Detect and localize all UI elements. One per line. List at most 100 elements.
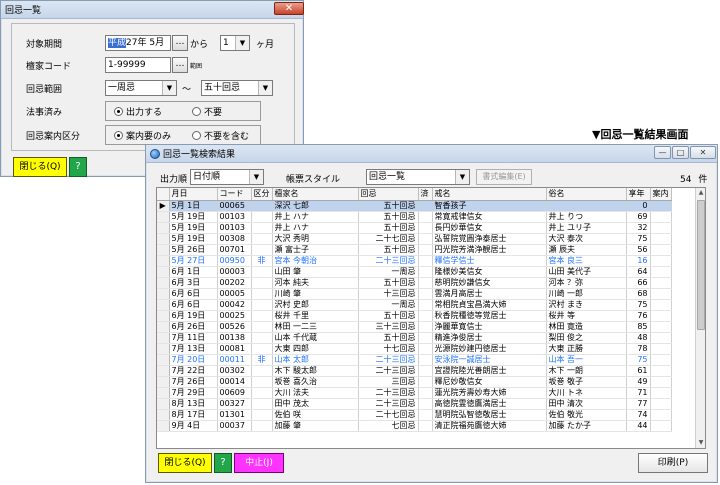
table-row[interactable]: 5月 27日 00950 非宮本 今朝治 二十三回忌 釋信学信士 宮本 良三 16 [157, 255, 672, 267]
table-row[interactable]: 6月 6日 00042 沢村 史郎 一周忌 常相院貞宝昌満大姉 沢村 まき 75 [157, 299, 672, 311]
scroll-up-icon[interactable]: ▲ [696, 188, 705, 198]
close-icon[interactable]: ✕ [274, 2, 304, 15]
done-radio-none[interactable]: 不要 [192, 105, 222, 118]
row-selector[interactable] [157, 244, 170, 256]
period-date-input[interactable]: 平成27年 5月 [105, 35, 171, 51]
row-selector-icon[interactable]: ▶ [157, 200, 170, 212]
table-row[interactable]: 5月 19日 00308 大沢 秀明 二十七回忌 弘誓院覚圓浄泰居士 大沢 泰次 75 [157, 233, 672, 245]
column-header[interactable]: コード [217, 188, 252, 201]
scroll-down-icon[interactable]: ▼ [696, 438, 705, 448]
table-row[interactable]: 6月 6日 00005 川崎 肇十三回忌 雲満月高居士 川崎 一郎 68 [157, 288, 672, 300]
table-row[interactable]: 7月 20日 00011 非山本 太郎 二十三回忌 安泳院一誠居士 山本 吾一 75 [157, 354, 672, 366]
search-help-button[interactable]: ? [69, 157, 87, 177]
column-header[interactable]: 月日 [169, 188, 218, 201]
table-row[interactable]: 8月 17日 01301 佐伯 咲二十七回忌 慧明院弘智徳敬居士 佐伯 敬光 74 [157, 409, 672, 421]
table-row[interactable]: 7月 22日 00302 木下 駿太郎 二十三回忌 宜證院陸光善朗居士 木下 一朗 61 [157, 365, 672, 377]
family-code-picker-button[interactable]: … [172, 57, 188, 73]
chevron-down-icon[interactable]: ▼ [235, 36, 249, 50]
row-selector[interactable] [157, 398, 170, 410]
table-row[interactable]: 5月 19日 00103 井上 ハナ 五十回忌 常寛戒律信女 井上 りつ 69 [157, 211, 672, 223]
row-selector[interactable] [157, 376, 170, 388]
table-row[interactable]: 8月 13日 00327 田中 茂太 二十三回忌 高徳院霊徳鷹満居士 田中 清次 77 [157, 398, 672, 410]
vertical-scrollbar[interactable]: ▲ ▼ [695, 188, 705, 448]
chevron-down-icon[interactable]: ▼ [258, 81, 272, 95]
notice-radio-include[interactable]: 不要を含む [192, 129, 249, 142]
chevron-down-icon[interactable]: ▼ [249, 170, 263, 184]
table-row[interactable]: 6月 1日 00003 山田 肇一周忌 隆様妙美信女 山田 美代子 64 [157, 266, 672, 278]
results-grid[interactable]: 月日 コード 区分 檀家名 回忌済戒名 俗名 享年 案内 ▶ 5月 1日 00065 深沢 七郎 五十… [156, 187, 706, 449]
column-header[interactable]: 区分 [251, 188, 273, 201]
row-selector[interactable] [157, 354, 170, 366]
cell-age: 71 [626, 387, 651, 399]
chevron-down-icon[interactable]: ▼ [455, 170, 469, 184]
search-close-button[interactable]: 閉じる(Q) [13, 157, 67, 177]
column-header[interactable]: 享年 [626, 188, 651, 201]
cell-kaimyo: 長円妙華信女 [432, 222, 547, 234]
table-row[interactable]: 7月 29日 00609 大川 法夫 二十三回忌 蓮光院芳壽妙寿大姉 大川 トネ 71 [157, 387, 672, 399]
notice-radio-required[interactable]: 案内要のみ [114, 129, 171, 142]
row-selector[interactable] [157, 321, 170, 333]
column-header[interactable]: 案内 [650, 188, 672, 201]
row-selector[interactable] [157, 233, 170, 245]
cell-annai [650, 288, 672, 300]
cell-annai [650, 387, 672, 399]
maximize-icon[interactable]: □ [672, 146, 689, 159]
print-button[interactable]: 印刷(P) [638, 453, 708, 473]
cell-done [418, 387, 433, 399]
row-selector[interactable] [157, 420, 170, 432]
column-header[interactable]: 檀家名 [272, 188, 359, 201]
search-window-titlebar: 回忌一覧 ✕ [1, 1, 304, 19]
table-row[interactable]: 7月 26日 00014 坂巻 喜久治 三回忌 釋尼妙敬信女 坂巻 敬子 49 [157, 376, 672, 388]
row-selector[interactable] [157, 387, 170, 399]
period-picker-button[interactable]: … [172, 35, 188, 51]
column-header[interactable]: 俗名 [546, 188, 627, 201]
style-select[interactable]: 回忌一覧 ▼ [366, 169, 470, 185]
table-row[interactable]: 7月 13日 00081 大東 四郎 十七回忌 光源院妙建円徳居士 大東 正勝 78 [157, 343, 672, 355]
results-help-button[interactable]: ? [214, 453, 232, 473]
row-selector[interactable] [157, 266, 170, 278]
kaiki-from-select[interactable]: 一周忌 ▼ [105, 80, 177, 96]
row-selector[interactable] [157, 332, 170, 344]
period-count-select[interactable]: 1 ▼ [220, 35, 250, 51]
row-selector[interactable] [157, 343, 170, 355]
column-header[interactable]: 回忌 [358, 188, 419, 201]
row-selector[interactable] [157, 255, 170, 267]
row-selector[interactable] [157, 310, 170, 322]
cell-date: 7月 13日 [169, 343, 218, 355]
table-row[interactable]: 5月 19日 00103 井上 ハナ 五十回忌 長円妙華信女 井上 ユリ子 32 [157, 222, 672, 234]
table-row[interactable]: 9月 4日 00037 加藤 肇七回忌 清正院福苑鷹徳大姉 加藤 たか子 44 [157, 420, 672, 432]
table-row[interactable]: 7月 11日 00138 山本 千代蔵 五十回忌 精進浄俊居士 梨田 俊之 48 [157, 332, 672, 344]
table-row[interactable]: ▶ 5月 1日 00065 深沢 七郎 五十回忌 智香孩子 0 [157, 200, 672, 212]
column-header[interactable]: 戒名 [432, 188, 547, 201]
cell-age: 66 [626, 277, 651, 289]
order-select[interactable]: 日付順 ▼ [190, 169, 264, 185]
column-header[interactable] [157, 188, 170, 201]
results-window-title: 回忌一覧検索結果 [163, 150, 236, 160]
kaiki-to-select[interactable]: 五十回忌 ▼ [201, 80, 273, 96]
stop-button[interactable]: 中止(J) [234, 453, 284, 473]
done-radio-output[interactable]: 出力する [114, 105, 162, 118]
table-row[interactable]: 6月 19日 00025 桜井 千里 五十回忌 秋香院種徳等覚居士 桜井 等 76 [157, 310, 672, 322]
cell-kaimyo: 秋香院種徳等覚居士 [432, 310, 547, 322]
row-selector[interactable] [157, 409, 170, 421]
table-row[interactable]: 6月 3日 00202 河本 純夫 五十回忌 慈明院妙謙信女 河本 ？弥 66 [157, 277, 672, 289]
cell-date: 6月 6日 [169, 299, 218, 311]
row-selector[interactable] [157, 222, 170, 234]
table-row[interactable]: 5月 26日 00701 瀬 富士子 五十回忌 円光院芳満浄観居士瀬 辰夫 56 [157, 244, 672, 256]
row-selector[interactable] [157, 288, 170, 300]
scrollbar-thumb[interactable] [697, 200, 705, 330]
column-header[interactable]: 済 [418, 188, 433, 201]
row-selector[interactable] [157, 277, 170, 289]
row-selector[interactable] [157, 365, 170, 377]
cell-done [418, 376, 433, 388]
row-selector[interactable] [157, 211, 170, 223]
row-selector[interactable] [157, 299, 170, 311]
chevron-down-icon[interactable]: ▼ [162, 81, 176, 95]
family-code-input[interactable]: 1-99999 [105, 57, 171, 73]
cell-done [418, 332, 433, 344]
minimize-icon[interactable]: — [654, 146, 671, 159]
edit-format-button[interactable]: 書式編集(E) [476, 169, 532, 185]
close-icon[interactable]: ✕ [690, 146, 716, 159]
results-close-button[interactable]: 閉じる(Q) [158, 453, 212, 473]
table-row[interactable]: 6月 26日 00526 林田 一二三 三十三回忌 浄麗華寛信士 林田 寛造 85 [157, 321, 672, 333]
